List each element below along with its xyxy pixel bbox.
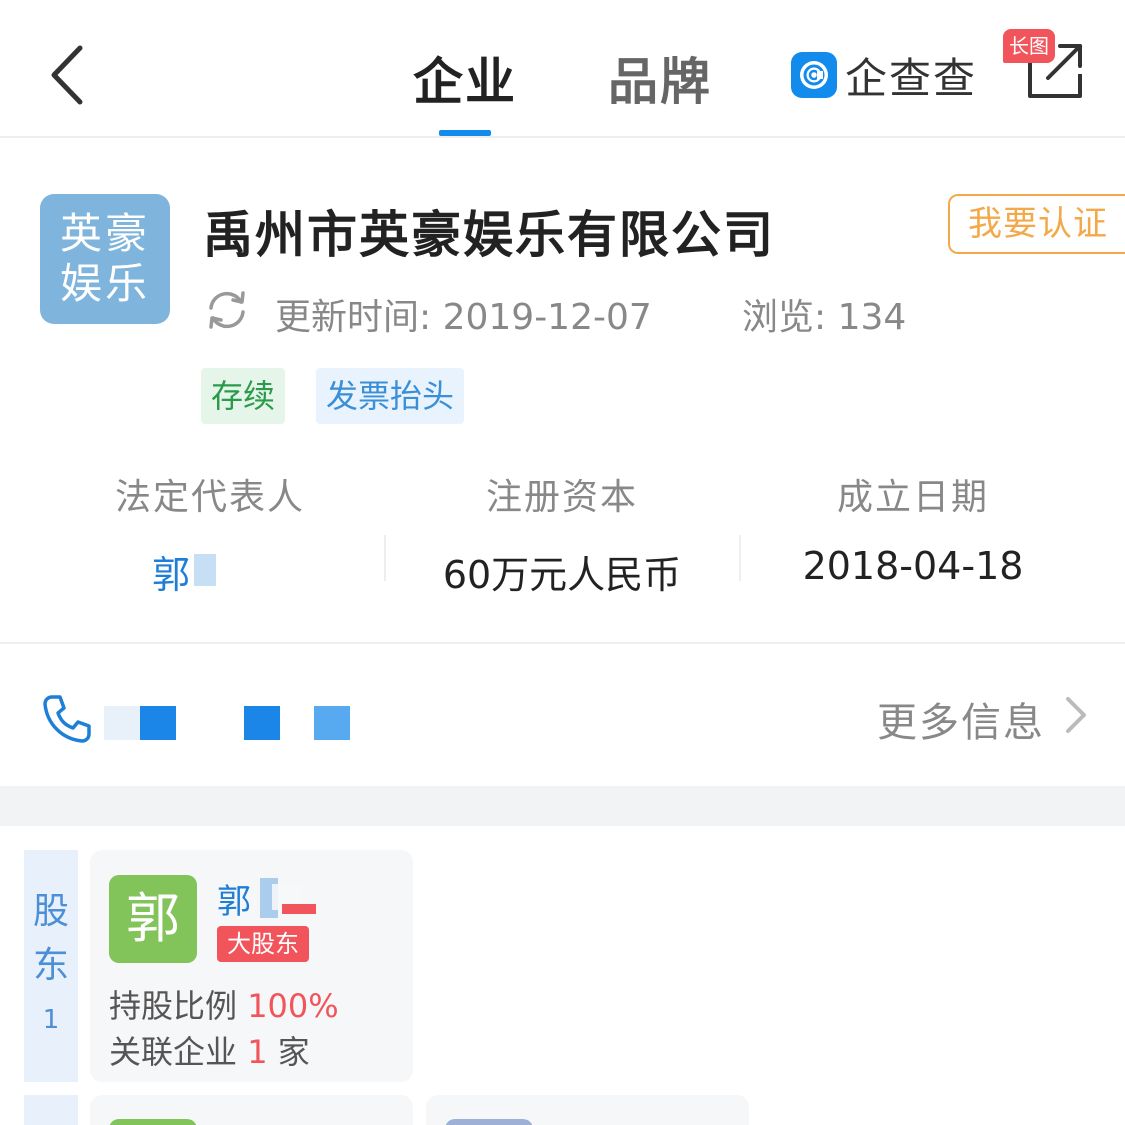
phone-number-mask bbox=[314, 706, 350, 740]
legal-rep-mask bbox=[190, 548, 230, 592]
phone-number-mask bbox=[104, 706, 176, 740]
shareholding-ratio: 持股比例 100% bbox=[109, 981, 339, 1027]
related-companies-count: 1 bbox=[247, 1033, 268, 1071]
related-companies[interactable]: 关联企业 1 家 bbox=[109, 1027, 310, 1073]
shareholders-count: 1 bbox=[42, 1005, 60, 1035]
section-spacer bbox=[0, 786, 1125, 826]
next-section-label bbox=[24, 1095, 78, 1125]
shareholder-name-mask bbox=[260, 878, 316, 918]
fact-divider bbox=[739, 535, 741, 581]
qichacha-logo-text: 企查查 bbox=[845, 53, 978, 103]
qichacha-logo-icon bbox=[791, 52, 837, 98]
next-card[interactable] bbox=[426, 1095, 749, 1125]
shareholding-ratio-label: 持股比例 bbox=[109, 987, 248, 1025]
active-tab-indicator bbox=[439, 130, 491, 136]
established-date-value: 2018-04-18 bbox=[802, 544, 1024, 588]
next-card-avatar bbox=[445, 1119, 533, 1125]
registered-capital-label: 注册资本 bbox=[485, 477, 638, 518]
qichacha-logo: 企查查 bbox=[791, 50, 977, 103]
tab-company[interactable]: 企业 bbox=[413, 42, 517, 114]
shareholder-name[interactable]: 郭 bbox=[217, 874, 251, 923]
next-card-avatar bbox=[109, 1119, 197, 1125]
shareholders-label-char: 股 bbox=[32, 891, 69, 932]
legal-rep-label: 法定代表人 bbox=[114, 477, 305, 518]
next-card[interactable] bbox=[90, 1095, 413, 1125]
company-name: 禹州市英豪娱乐有限公司 bbox=[203, 206, 775, 264]
view-count: 浏览: 134 bbox=[742, 297, 907, 338]
shareholder-avatar: 郭 bbox=[109, 875, 197, 963]
shareholders-label-char: 东 bbox=[32, 945, 69, 986]
certify-button[interactable]: 我要认证 bbox=[948, 194, 1125, 254]
shareholders-section-label[interactable]: 股 东 1 bbox=[24, 850, 78, 1082]
phone-icon[interactable] bbox=[40, 692, 94, 746]
company-logo: 英豪 娱乐 bbox=[40, 194, 170, 324]
status-badge: 存续 bbox=[201, 368, 286, 424]
invoice-title-tag[interactable]: 发票抬头 bbox=[316, 368, 465, 424]
tab-brand[interactable]: 品牌 bbox=[608, 42, 712, 114]
established-date-label: 成立日期 bbox=[836, 477, 989, 518]
top-nav-bar: 企业 品牌 企查查 长图 bbox=[0, 0, 1125, 138]
company-logo-line2: 娱乐 bbox=[59, 259, 150, 308]
related-companies-unit: 家 bbox=[267, 1033, 310, 1071]
shareholding-ratio-value: 100% bbox=[247, 987, 339, 1025]
chevron-right-icon[interactable] bbox=[1062, 695, 1088, 735]
phone-number-mask bbox=[244, 706, 280, 740]
more-info-link[interactable]: 更多信息 bbox=[877, 690, 1045, 748]
back-arrow-icon[interactable] bbox=[40, 40, 100, 110]
major-shareholder-badge: 大股东 bbox=[217, 926, 309, 962]
registered-capital-value: 60万元人民币 bbox=[442, 553, 682, 597]
company-logo-line1: 英豪 bbox=[59, 209, 150, 258]
related-companies-label: 关联企业 bbox=[109, 1033, 248, 1071]
long-image-badge[interactable]: 长图 bbox=[1003, 29, 1055, 63]
section-divider bbox=[0, 642, 1125, 644]
update-time: 更新时间: 2019-12-07 bbox=[275, 297, 652, 338]
refresh-icon[interactable] bbox=[203, 286, 251, 334]
fact-divider bbox=[384, 535, 386, 581]
